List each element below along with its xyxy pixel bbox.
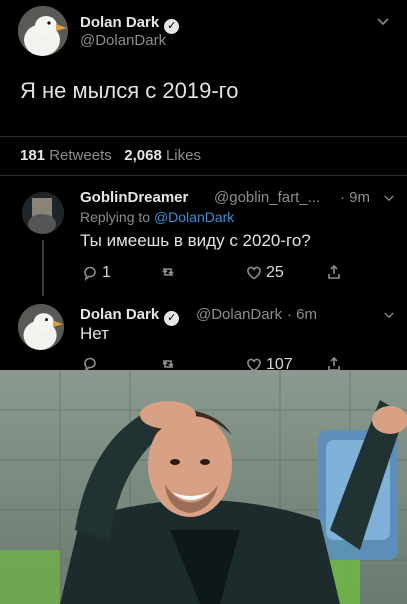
retweets-count[interactable]: 181 <box>20 147 45 164</box>
reply-button[interactable]: 1 <box>82 264 111 282</box>
verified-icon: ✓ <box>164 19 180 34</box>
share-icon <box>328 356 340 370</box>
likes-count[interactable]: 2,068 <box>124 147 162 164</box>
avatar-dolan-dark[interactable] <box>18 6 68 56</box>
like-button[interactable]: 107 <box>246 356 293 370</box>
author-handle[interactable]: @DolanDark <box>80 32 166 49</box>
reply1-author-name[interactable]: GoblinDreamer <box>80 189 188 206</box>
avatar-dolan-dark[interactable] <box>18 304 64 350</box>
like-icon <box>247 266 261 280</box>
reply2-text: Нет <box>80 324 109 343</box>
thread-line <box>42 240 44 296</box>
tweet-stats: 181 Retweets 2,068 Likes <box>20 147 201 164</box>
avatar-goblindreamer[interactable] <box>22 192 64 234</box>
like-icon <box>247 358 261 370</box>
share-button[interactable] <box>326 264 342 280</box>
retweet-button[interactable] <box>160 264 176 280</box>
likes-label[interactable]: Likes <box>166 147 201 164</box>
reply-button[interactable] <box>82 356 98 370</box>
meme-photo <box>0 370 407 604</box>
retweet-icon <box>162 360 174 368</box>
reply1-text: Ты имеешь в виду с 2020-го? <box>80 231 311 250</box>
divider <box>0 175 407 176</box>
reply2-time: · 6m <box>287 306 317 323</box>
man-in-bathroom-illustration <box>0 370 407 604</box>
replying-to-mention[interactable]: @DolanDark <box>154 209 234 225</box>
chevron-down-icon[interactable] <box>383 190 395 206</box>
retweet-icon <box>162 268 174 276</box>
reply1-time: · 9m <box>340 189 370 206</box>
divider <box>0 136 407 137</box>
reply2-author-name[interactable]: Dolan Dark ✓ <box>80 306 180 326</box>
reply2-author-handle[interactable]: @DolanDark <box>196 306 282 323</box>
reply-icon <box>84 266 96 281</box>
reply-icon <box>84 357 96 370</box>
verified-icon: ✓ <box>164 311 180 326</box>
reply1-author-handle[interactable]: @goblin_fart_... <box>214 189 320 206</box>
replying-to: Replying to @DolanDark <box>80 209 235 225</box>
chevron-down-icon[interactable] <box>376 14 390 30</box>
like-button[interactable]: 25 <box>246 264 284 282</box>
retweet-button[interactable] <box>160 356 176 370</box>
tweet-thread: Dolan Dark ✓ @DolanDark Я не мылся с 2019… <box>0 0 407 370</box>
author-name[interactable]: Dolan Dark ✓ <box>80 14 180 34</box>
tweet-text: Я не мылся с 2019-го <box>20 78 239 103</box>
retweets-label[interactable]: Retweets <box>49 147 112 164</box>
share-icon <box>328 264 340 279</box>
share-button[interactable] <box>326 356 342 370</box>
chevron-down-icon[interactable] <box>383 307 395 323</box>
